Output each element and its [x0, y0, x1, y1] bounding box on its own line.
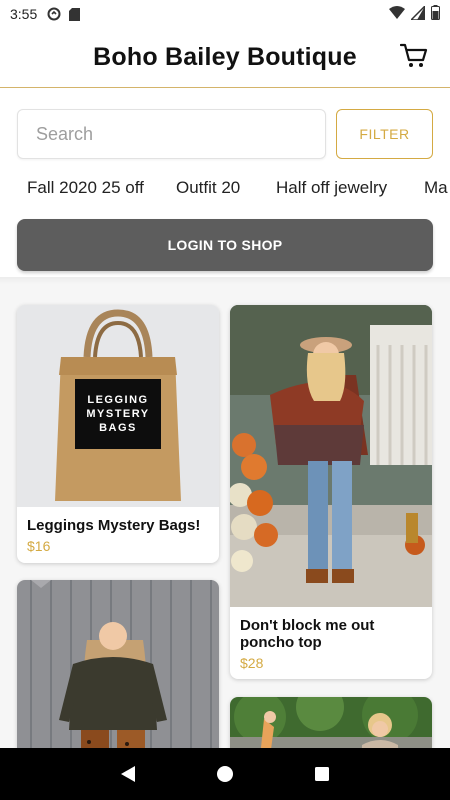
category-chip[interactable]: Ma — [424, 178, 448, 198]
section-divider — [0, 277, 450, 285]
product-image — [17, 580, 219, 748]
product-name: Don't block me out poncho top — [240, 617, 375, 651]
system-nav-bar — [0, 748, 450, 800]
status-time: 3:55 — [10, 6, 38, 22]
recents-square-icon — [314, 767, 329, 781]
login-to-shop-button[interactable]: LOGIN TO SHOP — [17, 219, 433, 271]
app-header: Boho Bailey Boutique — [0, 28, 450, 88]
product-card[interactable] — [230, 697, 432, 748]
product-image — [230, 697, 432, 748]
wifi-icon — [389, 6, 405, 22]
app-title: Boho Bailey Boutique — [93, 43, 357, 71]
product-price: $16 — [27, 538, 51, 554]
product-price: $28 — [240, 655, 264, 671]
sd-card-icon — [69, 7, 81, 21]
product-image — [230, 305, 432, 607]
category-chip[interactable]: Outfit 20 — [176, 178, 240, 198]
product-name: Leggings Mystery Bags! — [27, 517, 201, 534]
back-triangle-icon — [121, 766, 136, 782]
category-chips[interactable]: Fall 2020 25 off Outfit 20 Half off jewe… — [0, 172, 450, 206]
cart-button[interactable] — [398, 42, 430, 74]
status-bar: 3:55 — [0, 0, 450, 28]
product-card[interactable]: Don't block me out poncho top $28 — [230, 305, 432, 679]
home-button[interactable] — [210, 759, 240, 789]
home-circle-icon — [216, 766, 233, 782]
bag-text: LEGGING MYSTERY BAGS — [86, 394, 150, 434]
sweater-model-image — [17, 580, 219, 748]
search-input[interactable] — [17, 109, 326, 159]
shopping-cart-icon — [399, 43, 428, 74]
product-card[interactable] — [17, 580, 219, 748]
category-chip[interactable]: Half off jewelry — [276, 178, 387, 198]
category-chip[interactable]: Fall 2020 25 off — [27, 178, 144, 198]
product-image: LEGGING MYSTERY BAGS — [17, 305, 219, 507]
search-row: FILTER — [17, 109, 433, 159]
filter-button[interactable]: FILTER — [336, 109, 433, 159]
outdoor-model-image — [230, 697, 432, 748]
poncho-model-image — [230, 305, 432, 607]
signal-icon — [409, 3, 426, 23]
product-card[interactable]: LEGGING MYSTERY BAGS Leggings Mystery Ba… — [17, 305, 219, 563]
recents-button[interactable] — [307, 759, 337, 789]
product-grid[interactable]: LEGGING MYSTERY BAGS Leggings Mystery Ba… — [0, 285, 450, 748]
data-saver-icon — [47, 7, 61, 21]
battery-icon — [431, 5, 440, 23]
status-right — [389, 3, 440, 23]
back-button[interactable] — [113, 759, 143, 789]
